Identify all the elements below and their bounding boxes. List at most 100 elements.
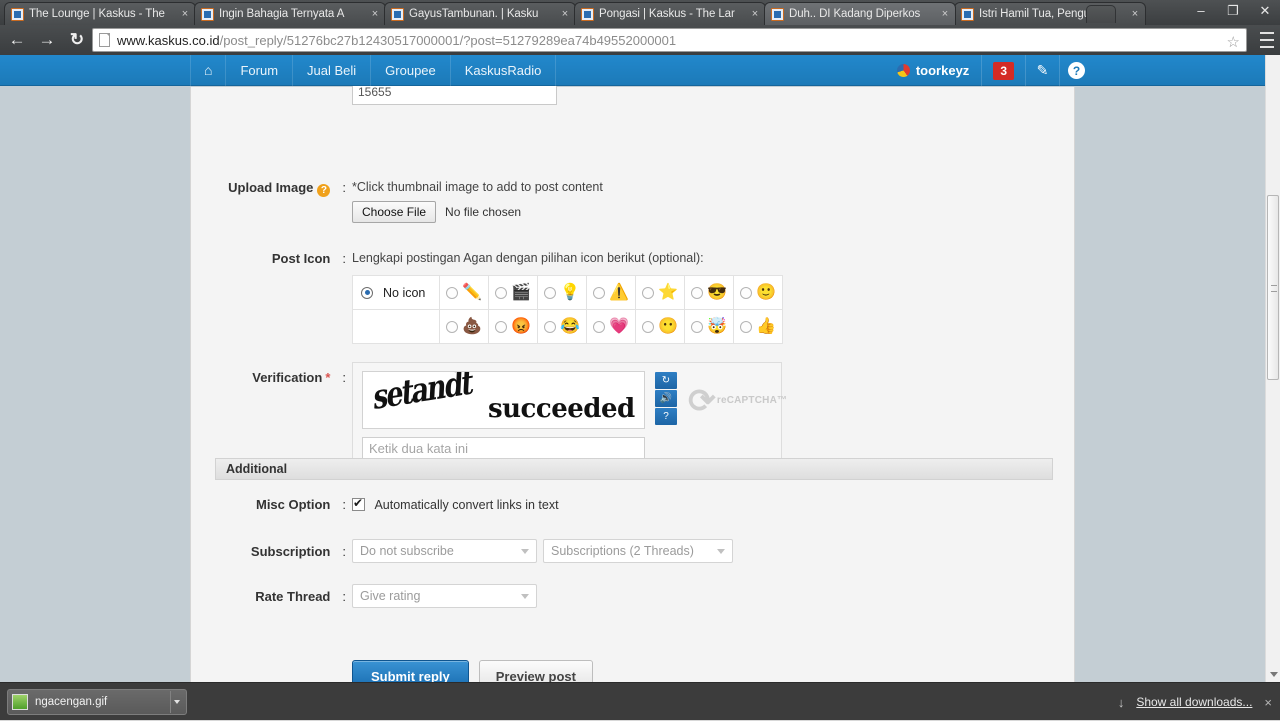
radio-angry-face[interactable] — [495, 320, 508, 333]
download-item[interactable]: ngacengan.gif — [7, 688, 187, 715]
captcha-refresh-icon[interactable]: ↻ — [655, 372, 677, 389]
tab-close-icon[interactable]: × — [559, 8, 571, 20]
browser-tab-3[interactable]: Pongasi | Kaskus - The Lar × — [574, 2, 766, 25]
subscription-folder-select[interactable]: Subscriptions (2 Threads) — [543, 539, 733, 563]
pencil-icon: ✏️ — [462, 283, 482, 301]
tab-close-icon[interactable]: × — [749, 8, 761, 20]
misc-option-label-text: Misc Option — [255, 497, 331, 512]
verification-box: setandt succeeded ↻ 🔊 ? ⟳ reCAPTCHA™ Ket… — [352, 362, 787, 467]
radio-poop[interactable] — [446, 320, 459, 333]
post-icon-cell-pencil[interactable]: ✏️ — [439, 275, 489, 310]
submit-reply-button[interactable]: Submit reply — [352, 660, 469, 682]
radio-explode-face[interactable] — [691, 320, 704, 333]
radio-star[interactable] — [642, 286, 655, 299]
username-label[interactable]: toorkeyz — [910, 55, 983, 86]
post-icon-cell-lightbulb[interactable]: 💡 — [537, 275, 587, 310]
tab-close-icon[interactable]: × — [179, 8, 191, 20]
post-icon-cell-laughing-face[interactable]: 😂 — [537, 309, 587, 344]
radio-cool-face[interactable] — [691, 286, 704, 299]
tab-close-icon[interactable]: × — [939, 8, 951, 20]
radio-warning[interactable] — [593, 286, 606, 299]
post-icon-cell-star[interactable]: ⭐ — [635, 275, 685, 310]
help-button[interactable]: ? — [1059, 55, 1093, 86]
back-button[interactable]: ← — [4, 27, 30, 53]
post-icon-no-icon-cell[interactable]: No icon — [352, 275, 440, 310]
angry-face-icon: 😡 — [511, 317, 531, 335]
browser-tab-1[interactable]: Ingin Bahagia Ternyata A × — [194, 2, 386, 25]
nav-item-jual-beli[interactable]: Jual Beli — [293, 55, 372, 86]
nav-item-groupee[interactable]: Groupee — [371, 55, 451, 86]
reload-button[interactable]: ↻ — [64, 27, 90, 53]
tab-close-icon[interactable]: × — [369, 8, 381, 20]
post-icon-cell-smile-face[interactable]: 🙂 — [733, 275, 783, 310]
close-shelf-button[interactable]: × — [1264, 695, 1272, 710]
tab-title: Pongasi | Kaskus - The Lar — [599, 8, 735, 20]
no-icon-label: No icon — [383, 285, 426, 300]
rate-thread-label-text: Rate Thread — [255, 589, 331, 604]
rate-thread-label: Rate Thread: — [191, 589, 346, 604]
nav-home-icon[interactable]: ⌂ — [190, 55, 227, 86]
compose-pencil-icon[interactable]: ✎ — [1025, 55, 1059, 86]
post-icon-cell-explode-face[interactable]: 🤯 — [684, 309, 734, 344]
post-icon-cell-warning[interactable]: ⚠️ — [586, 275, 636, 310]
radio-heart[interactable] — [593, 320, 606, 333]
chevron-down-icon — [521, 594, 529, 599]
captcha-word-1: setandt — [372, 371, 473, 419]
tab-title: The Lounge | Kaskus - The — [29, 8, 165, 20]
scrollbar-thumb[interactable] — [1267, 195, 1279, 380]
bookmark-star-icon[interactable]: ☆ — [1227, 33, 1240, 51]
scroll-down-arrow-icon[interactable] — [1270, 672, 1278, 677]
notification-badge[interactable]: 3 — [993, 61, 1014, 80]
convert-links-checkbox[interactable] — [352, 496, 365, 511]
radio-pencil[interactable] — [446, 286, 459, 299]
radio-clapperboard[interactable] — [495, 286, 508, 299]
post-icon-cell-thumbs-up[interactable]: 👍 — [733, 309, 783, 344]
nav-item-kaskusradio[interactable]: KaskusRadio — [451, 55, 557, 86]
minimize-button[interactable]: – — [1190, 2, 1212, 20]
radio-thumbs-up[interactable] — [740, 320, 753, 333]
new-tab-button[interactable] — [1086, 5, 1116, 23]
tab-close-icon[interactable]: × — [1129, 8, 1141, 20]
post-icon-cell-angry-face[interactable]: 😡 — [488, 309, 538, 344]
close-window-button[interactable]: ✕ — [1254, 2, 1276, 20]
post-icon-cell-cool-face[interactable]: 😎 — [684, 275, 734, 310]
subscription-mode-select[interactable]: Do not subscribe — [352, 539, 537, 563]
site-nav-left: ⌂ Forum Jual Beli Groupee KaskusRadio — [190, 55, 557, 86]
address-bar[interactable]: www.kaskus.co.id/post_reply/51276bc27b12… — [92, 28, 1247, 52]
choose-file-button[interactable]: Choose File — [352, 201, 437, 223]
rate-thread-value: Give rating — [360, 589, 421, 603]
post-reply-form-panel: 15655 Upload Image?: *Click thumbnail im… — [190, 86, 1075, 682]
show-all-downloads-link[interactable]: Show all downloads... — [1136, 695, 1252, 709]
nav-item-forum[interactable]: Forum — [226, 55, 294, 86]
radio-no-icon[interactable] — [361, 286, 373, 299]
post-icon-cell-clapperboard[interactable]: 🎬 — [488, 275, 538, 310]
captcha-help-icon[interactable]: ? — [655, 408, 677, 425]
additional-section-header: Additional — [215, 458, 1053, 480]
forward-button[interactable]: → — [34, 27, 60, 53]
tab-favicon-icon — [771, 7, 784, 21]
browser-tab-2[interactable]: GayusTambunan. | Kasku × — [384, 2, 576, 25]
browser-tab-5[interactable]: Istri Hamil Tua, Pengusah × — [954, 2, 1146, 25]
chrome-menu-icon[interactable] — [1260, 32, 1274, 48]
page-scrollbar[interactable] — [1265, 55, 1280, 682]
browser-tab-4-active[interactable]: Duh.. DI Kadang Diperkos × — [764, 2, 956, 25]
label-colon: : — [342, 497, 346, 512]
post-icon-cell-blue-face[interactable]: 😶 — [635, 309, 685, 344]
maximize-restore-button[interactable]: ❐ — [1222, 2, 1244, 20]
browser-tab-0[interactable]: The Lounge | Kaskus - The × — [4, 2, 196, 25]
rate-thread-select[interactable]: Give rating — [352, 584, 537, 608]
upload-image-help-icon[interactable]: ? — [317, 184, 331, 197]
chevron-down-icon — [717, 549, 725, 554]
captcha-input[interactable]: Ketik dua kata ini — [362, 437, 645, 460]
scrolled-text-field[interactable]: 15655 — [352, 86, 557, 105]
radio-smile-face[interactable] — [740, 286, 753, 299]
radio-lightbulb[interactable] — [544, 286, 557, 299]
post-icon-cell-poop[interactable]: 💩 — [439, 309, 489, 344]
captcha-audio-icon[interactable]: 🔊 — [655, 390, 677, 407]
radio-blue-face[interactable] — [642, 320, 655, 333]
preview-post-button[interactable]: Preview post — [478, 660, 593, 682]
smile-face-icon: 🙂 — [756, 283, 776, 301]
post-icon-cell-heart[interactable]: 💗 — [586, 309, 636, 344]
download-item-menu-button[interactable] — [170, 690, 182, 713]
radio-laughing-face[interactable] — [544, 320, 557, 333]
